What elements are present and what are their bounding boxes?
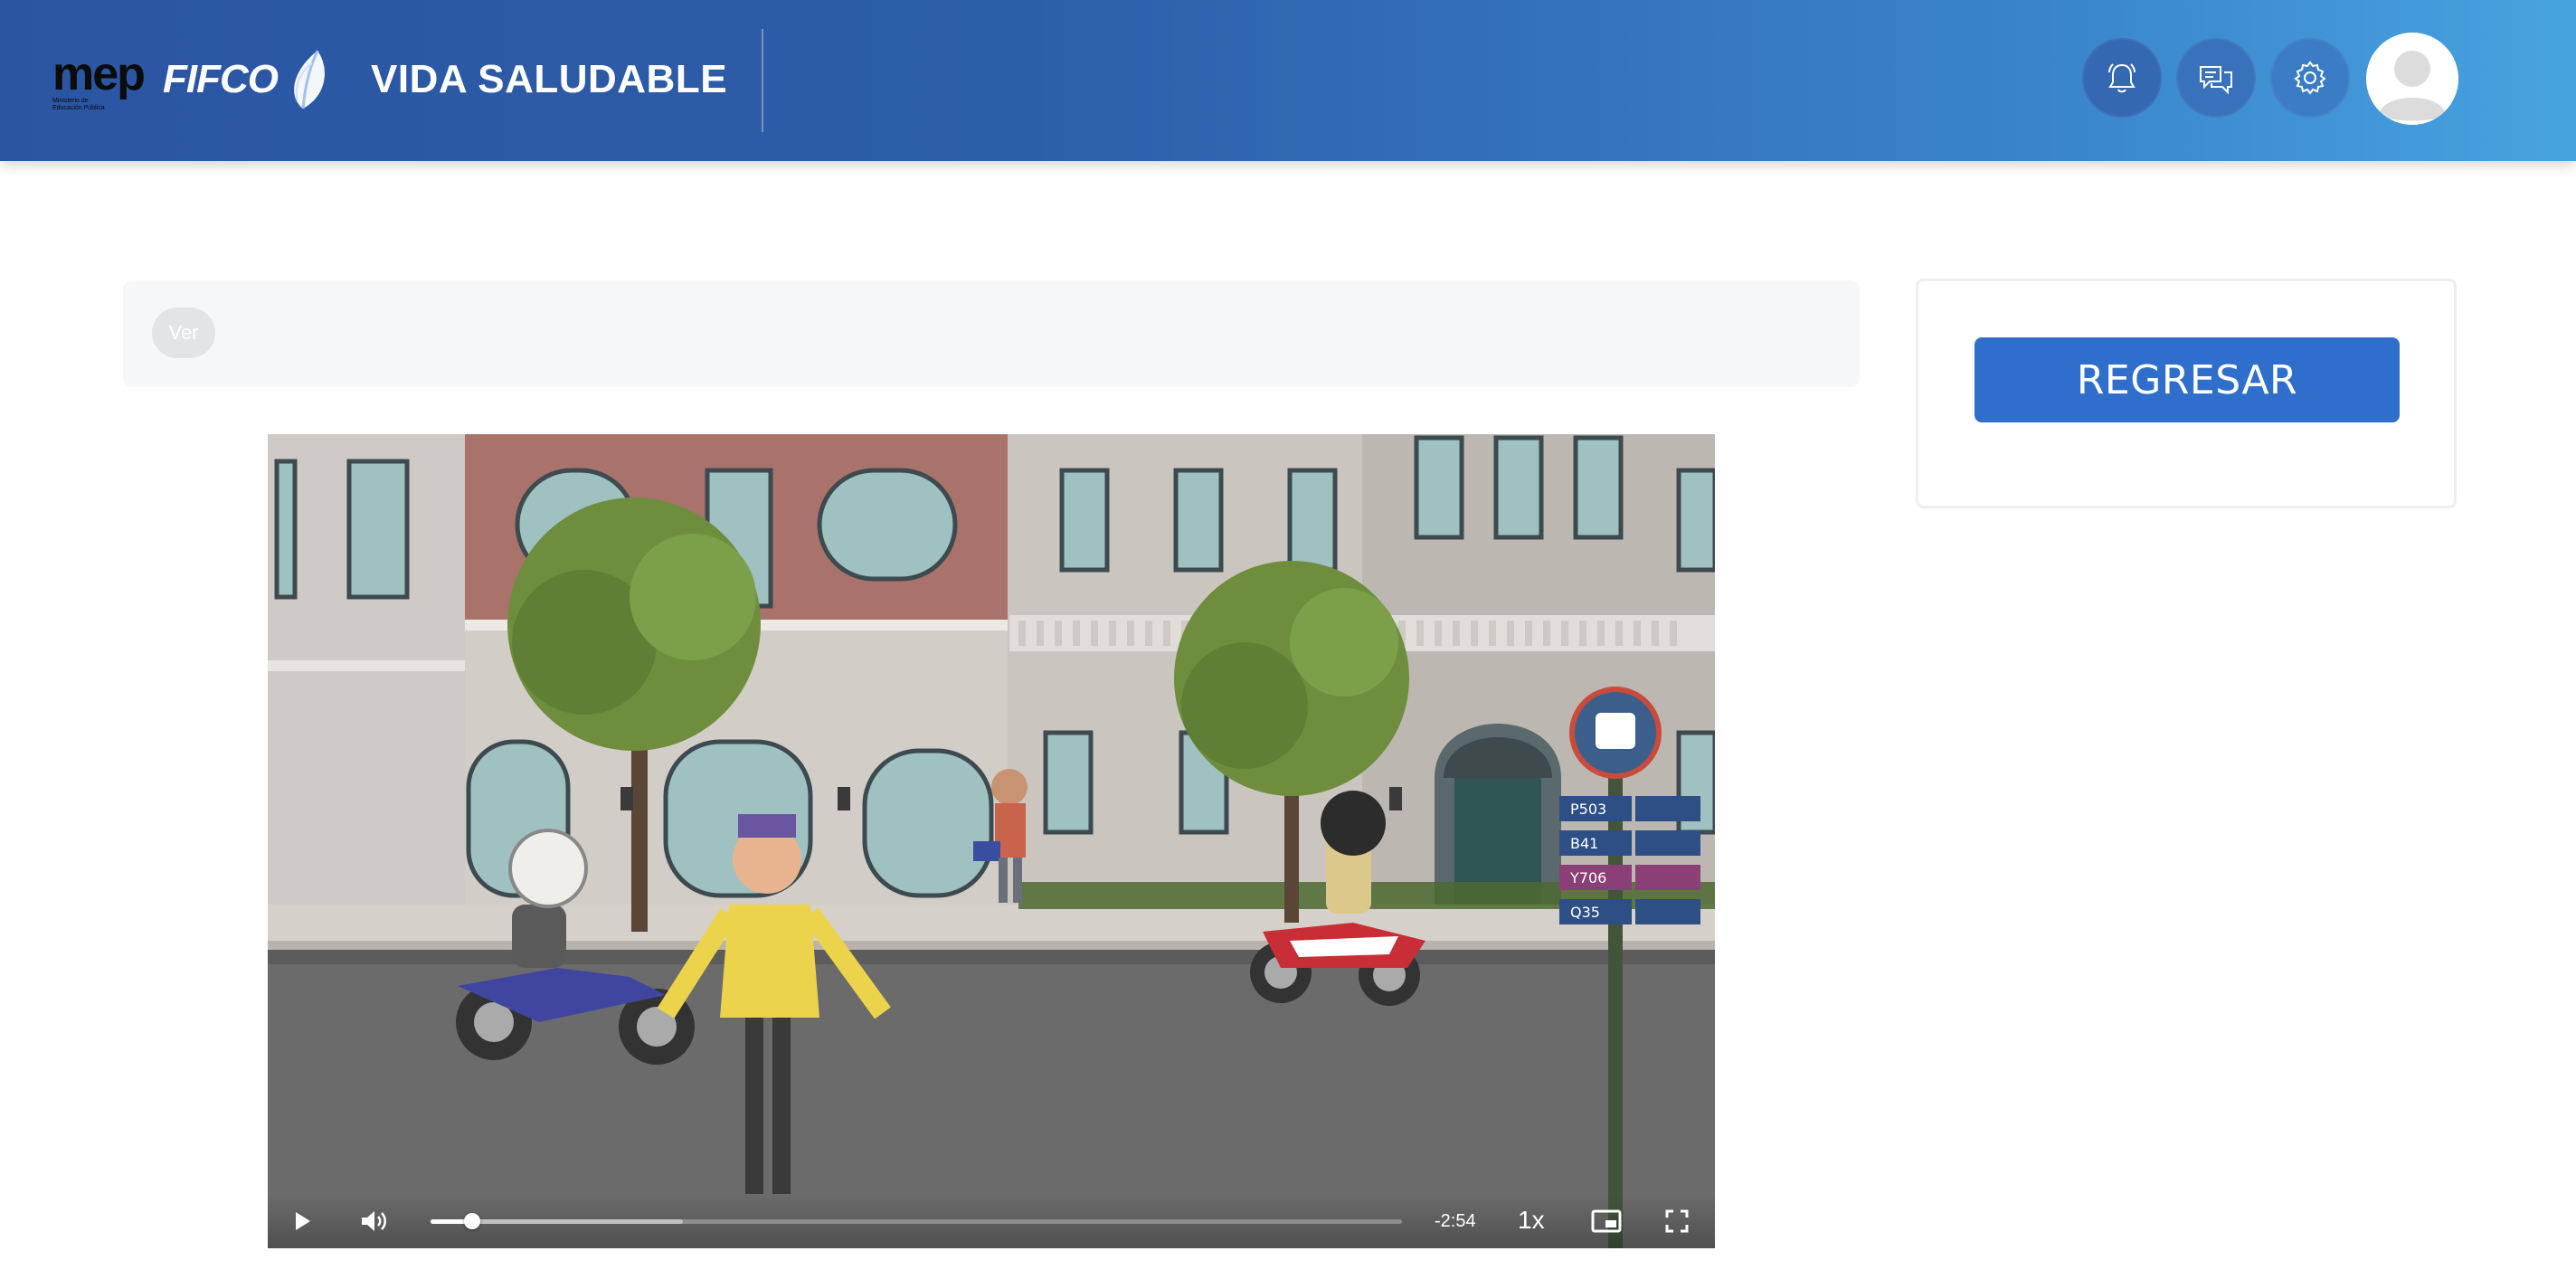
fullscreen-button[interactable] [1661, 1207, 1693, 1236]
video-player[interactable]: P503 B41 Y706 Q35 -2:54 1x [268, 434, 1715, 1248]
regresar-button[interactable]: REGRESAR [1975, 337, 2400, 422]
mep-logo-text: mep [52, 48, 146, 100]
picture-in-picture-button[interactable] [1588, 1207, 1624, 1236]
play-button[interactable] [288, 1207, 318, 1236]
route-label: B41 [1570, 835, 1598, 852]
ver-button[interactable]: Ver [152, 308, 215, 358]
chat-icon [2200, 66, 2232, 95]
mep-logo[interactable]: mep Ministerio de Educación Pública [52, 51, 146, 112]
route-label: Q35 [1570, 904, 1600, 921]
bell-icon [2108, 63, 2136, 93]
user-avatar[interactable] [2366, 33, 2458, 125]
route-label: Y706 [1569, 869, 1606, 886]
picture-in-picture-icon [1591, 1209, 1622, 1233]
content-toolbar: Ver [123, 280, 1860, 387]
fifco-logo-text: FIFCO [163, 57, 279, 101]
volume-icon [362, 1211, 386, 1231]
app-header: mep Ministerio de Educación Pública FIFC… [0, 0, 2576, 161]
gear-icon [2294, 61, 2326, 95]
app-title: VIDA SALUDABLE [371, 57, 728, 101]
video-frame: P503 B41 Y706 Q35 [268, 434, 1715, 1248]
header-divider [762, 29, 763, 132]
side-card: REGRESAR [1916, 279, 2457, 508]
time-remaining: -2:54 [1435, 1211, 1476, 1231]
notifications-button[interactable] [2082, 38, 2162, 118]
settings-button[interactable] [2270, 38, 2350, 118]
seek-thumb[interactable] [464, 1213, 481, 1229]
volume-button[interactable] [358, 1207, 391, 1236]
messages-button[interactable] [2176, 38, 2256, 118]
video-controls: -2:54 1x [268, 1194, 1715, 1248]
route-label: P503 [1570, 801, 1606, 818]
playback-speed-button[interactable]: 1x [1518, 1205, 1545, 1236]
leaf-icon [294, 50, 325, 109]
fullscreen-icon [1665, 1209, 1689, 1233]
user-avatar-icon [2366, 33, 2458, 125]
video-progress-bar[interactable] [431, 1213, 1402, 1229]
fifco-logo[interactable]: FIFCO [163, 47, 330, 112]
play-icon [296, 1212, 310, 1230]
